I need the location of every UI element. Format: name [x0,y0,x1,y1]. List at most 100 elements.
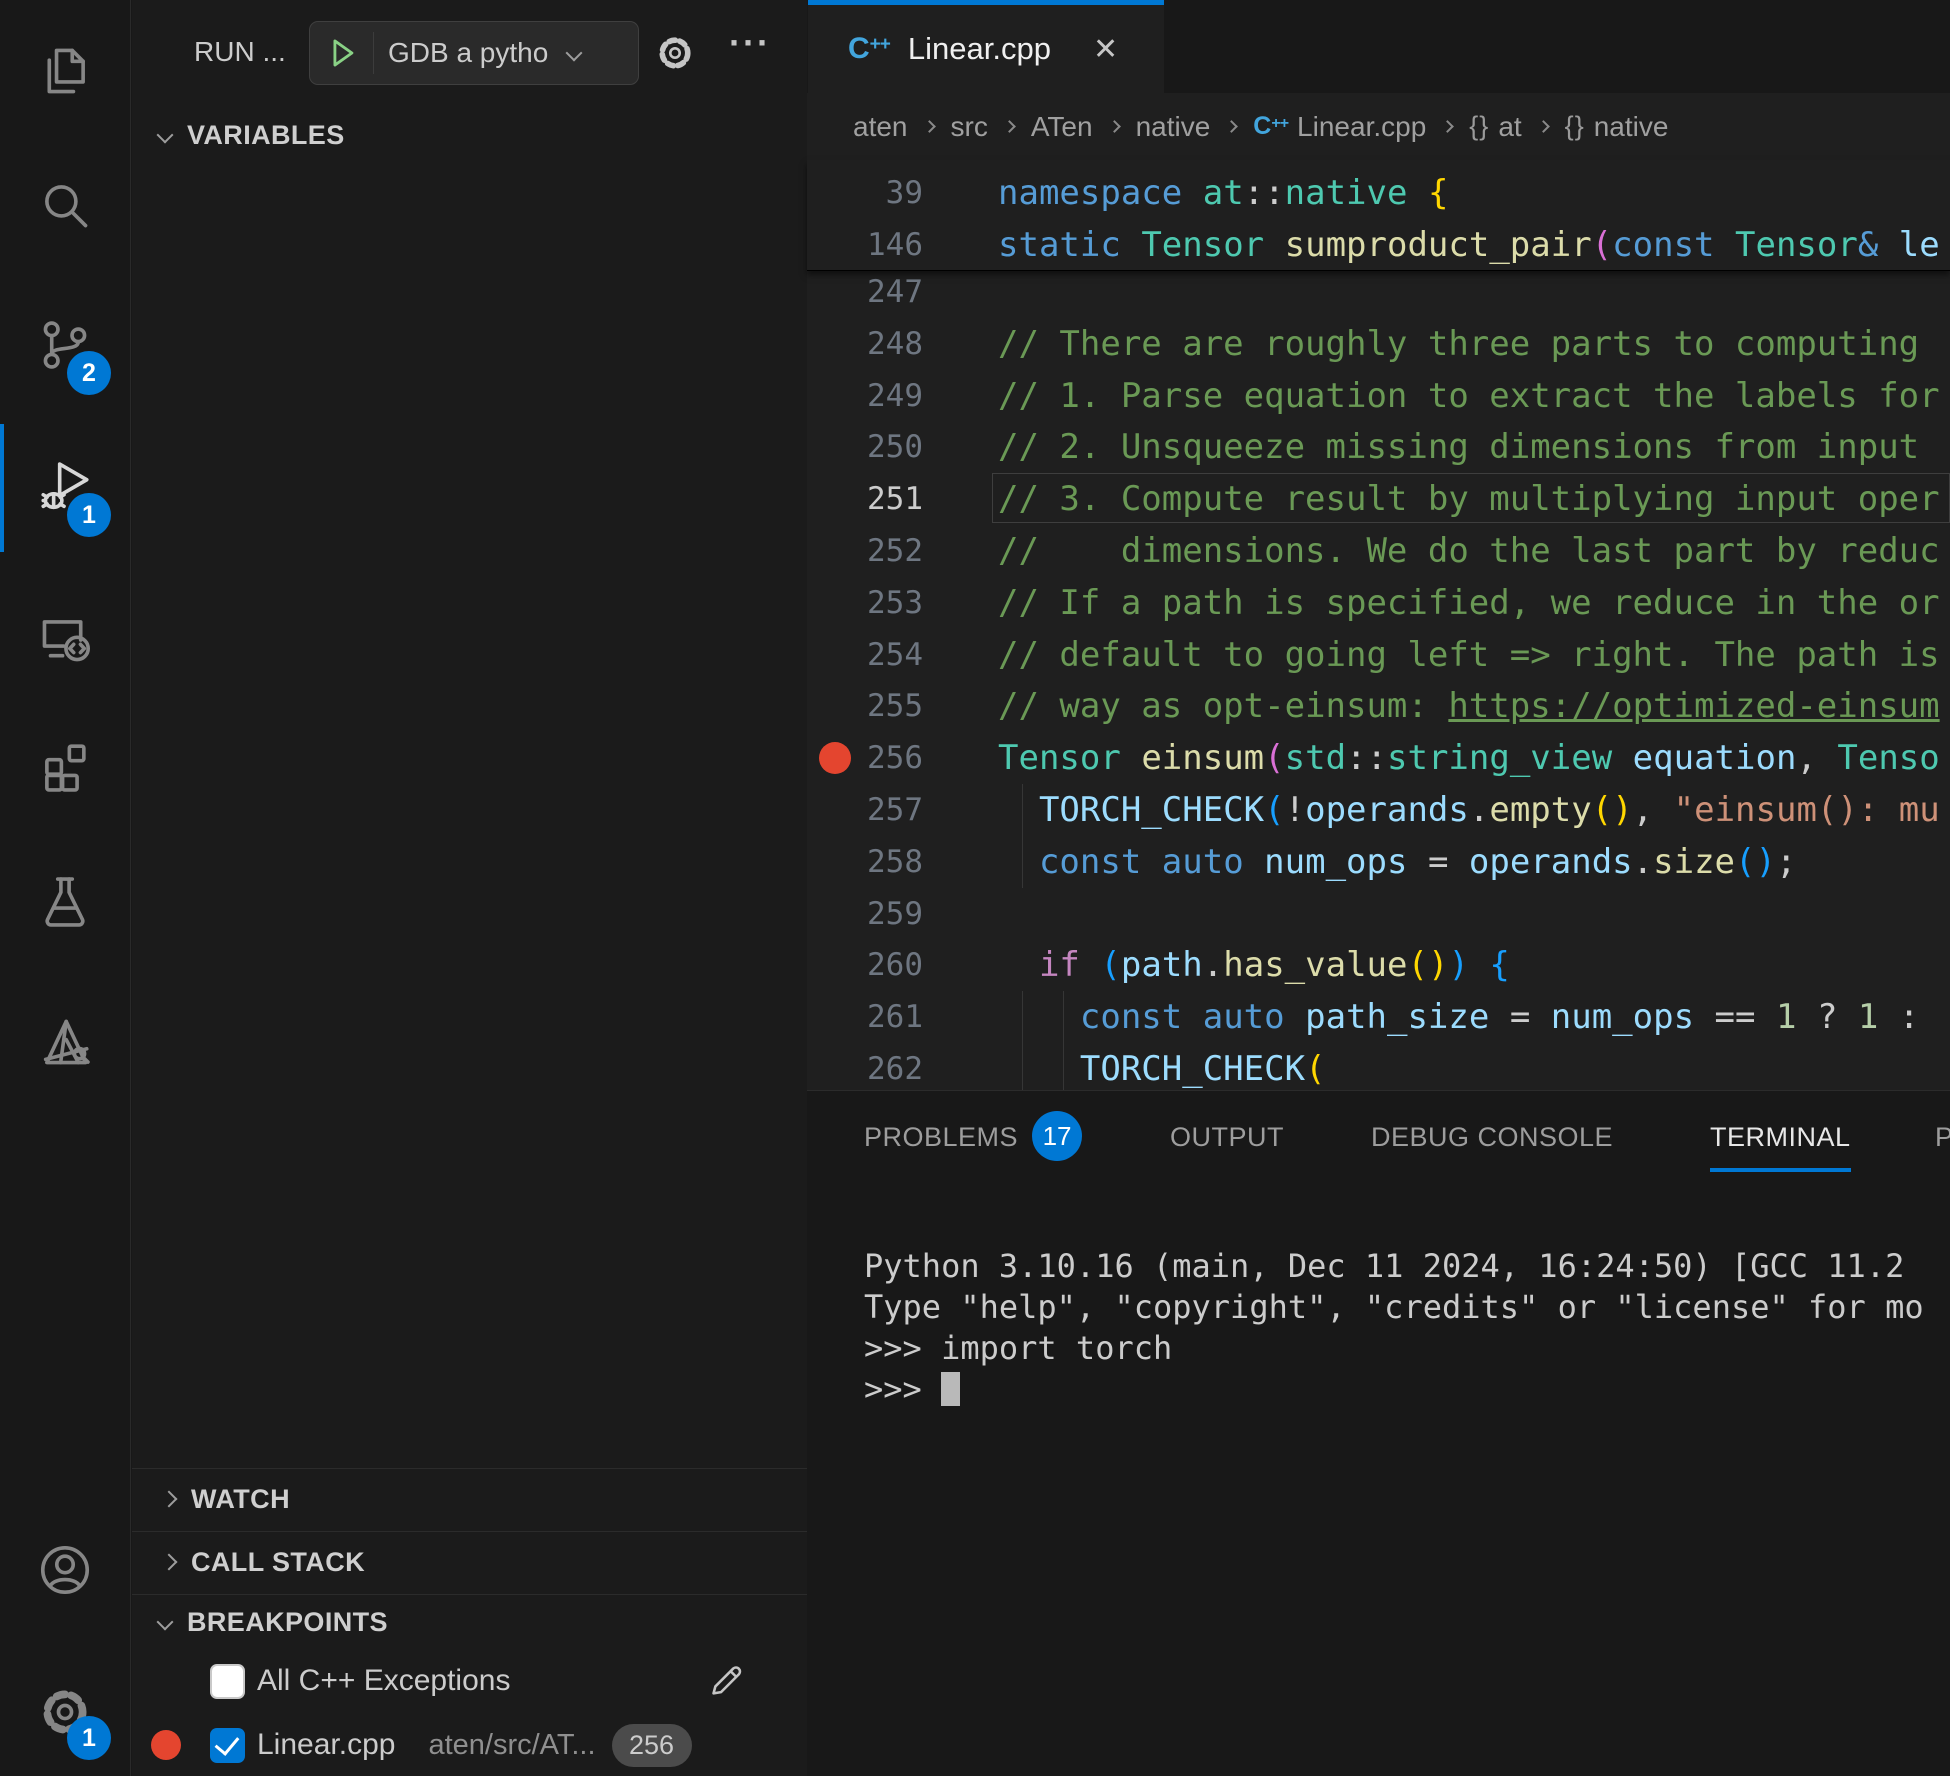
panel-tab-problems[interactable]: PROBLEMS17 [864,1109,1082,1165]
source-control-badge: 2 [67,351,111,395]
breadcrumb-item[interactable]: native [1136,111,1211,143]
remote-explorer-icon[interactable] [36,611,94,669]
chevron-down-icon [157,1614,174,1631]
terminal-cursor[interactable] [941,1372,960,1406]
chevron-right-icon [161,1554,178,1571]
line-number[interactable]: 249 [807,370,923,422]
line-number[interactable]: 261 [807,991,923,1043]
line-number[interactable]: 258 [807,836,923,888]
breadcrumb-item[interactable]: at [1498,111,1521,143]
code-text: TORCH_CHECK(!operands.empty(), "einsum()… [998,784,1950,836]
code-line-146[interactable]: 146static Tensor sumproduct_pair(const T… [807,219,1950,271]
breadcrumb-item[interactable]: ATen [1031,111,1093,143]
code-text: // 3. Compute result by multiplying inpu… [998,473,1950,525]
explorer-icon[interactable] [36,42,94,100]
code-line-259[interactable]: 259 [807,888,1950,940]
code-line-256[interactable]: 256Tensor einsum(std::string_view equati… [807,732,1950,784]
line-number[interactable]: 252 [807,525,923,577]
sticky-scroll[interactable]: 39namespace at::native {146static Tensor… [807,160,1950,271]
breadcrumb-item[interactable]: src [951,111,988,143]
line-number[interactable]: 262 [807,1043,923,1090]
terminal-line: >>> import torch [864,1328,1950,1369]
divider [132,1594,807,1595]
active-view-indicator [0,424,4,552]
code-line-254[interactable]: 254// default to going left => right. Th… [807,629,1950,681]
linear-breakpoint-checkbox[interactable] [210,1728,245,1763]
extensions-icon[interactable] [36,736,94,794]
close-icon[interactable]: ✕ [1093,32,1118,67]
code-line-252[interactable]: 252 // dimensions. We do the last part by… [807,525,1950,577]
launch-config-dropdown[interactable]: GDB a pytho [309,21,639,85]
breakpoint-path: aten/src/AT... [428,1729,595,1762]
code-area[interactable]: 247248// There are roughly three parts t… [807,160,1950,1090]
code-line-261[interactable]: 261 const auto path_size = num_ops == 1 … [807,991,1950,1043]
indent-guide [1022,991,1023,1043]
terminal-line: >>> [864,1369,1950,1410]
chevron-down-icon [157,127,174,144]
breakpoints-section-header[interactable]: BREAKPOINTS [132,1600,807,1644]
line-number[interactable]: 259 [807,888,923,940]
line-number[interactable]: 254 [807,629,923,681]
start-debug-button[interactable] [310,32,374,74]
code-line-247[interactable]: 247 [807,266,1950,318]
chevron-down-icon [566,45,583,62]
custom-tool-icon[interactable] [36,1013,94,1071]
breadcrumb-item[interactable]: Linear.cpp [1297,111,1426,143]
code-line-260[interactable]: 260 if (path.has_value()) { [807,939,1950,991]
code-line-262[interactable]: 262 TORCH_CHECK( [807,1043,1950,1090]
line-number[interactable]: 248 [807,318,923,370]
tab-linear-cpp[interactable]: C++ Linear.cpp ✕ [808,0,1164,93]
code-line-248[interactable]: 248// There are roughly three parts to c… [807,318,1950,370]
line-number[interactable]: 255 [807,680,923,732]
breakpoints-label: BREAKPOINTS [187,1607,388,1638]
code-text: const auto path_size = num_ops == 1 ? 1 … [998,991,1950,1043]
line-number[interactable]: 253 [807,577,923,629]
indent-guide [1063,991,1064,1043]
breadcrumb-separator-icon [923,120,936,133]
code-line-39[interactable]: 39namespace at::native { [807,167,1950,219]
breakpoint-label: Linear.cpp [257,1728,395,1762]
code-line-258[interactable]: 258 const auto num_ops = operands.size()… [807,836,1950,888]
exceptions-checkbox[interactable] [210,1664,245,1699]
problems-count-badge: 17 [1032,1111,1082,1161]
code-line-257[interactable]: 257 TORCH_CHECK(!operands.empty(), "eins… [807,784,1950,836]
line-number[interactable]: 250 [807,421,923,473]
code-line-253[interactable]: 253 // If a path is specified, we reduce … [807,577,1950,629]
testing-icon[interactable] [36,873,94,931]
divider [132,1468,807,1469]
code-text: // If a path is specified, we reduce in … [998,577,1950,629]
panel-tab-terminal[interactable]: TERMINAL [1710,1109,1851,1165]
line-number[interactable]: 257 [807,784,923,836]
breadcrumb-separator-icon [1108,120,1121,133]
symbol-braces-icon: {} [1565,111,1585,142]
call-stack-section-header[interactable]: CALL STACK [132,1540,807,1584]
more-actions-icon[interactable]: ··· [720,22,780,64]
code-line-250[interactable]: 250// 2. Unsqueeze missing dimensions fr… [807,421,1950,473]
chevron-right-icon [161,1491,178,1508]
edit-condition-pencil-icon[interactable] [704,1658,748,1702]
breakpoint-row-linear[interactable]: Linear.cpp aten/src/AT... 256 [132,1719,807,1771]
line-number[interactable]: 146 [807,219,923,271]
debug-settings-gear-icon[interactable] [654,32,696,79]
line-number[interactable]: 251 [807,473,923,525]
breadcrumb[interactable]: atensrcATennativeC++Linear.cpp{}at{}nati… [853,93,1668,160]
code-line-251[interactable]: 251 // 3. Compute result by multiplying i… [807,473,1950,525]
breadcrumb-item[interactable]: aten [853,111,908,143]
watch-label: WATCH [191,1484,290,1515]
editor-tab-bar: C++ Linear.cpp ✕ [807,0,1950,93]
panel-tab-output[interactable]: OUTPUT [1170,1109,1284,1165]
search-icon[interactable] [36,176,94,234]
line-number[interactable]: 260 [807,939,923,991]
panel-tab-debug-console[interactable]: DEBUG CONSOLE [1371,1109,1613,1165]
code-text: // dimensions. We do the last part by re… [998,525,1950,577]
code-line-249[interactable]: 249// 1. Parse equation to extract the l… [807,370,1950,422]
line-number[interactable]: 256 [807,732,923,784]
variables-section-header[interactable]: VARIABLES [132,113,807,157]
line-number[interactable]: 247 [807,266,923,318]
watch-section-header[interactable]: WATCH [132,1477,807,1521]
line-number[interactable]: 39 [807,167,923,219]
breadcrumb-item[interactable]: native [1594,111,1669,143]
panel-tab-p[interactable]: P [1935,1109,1950,1165]
accounts-icon[interactable] [36,1541,94,1599]
code-line-255[interactable]: 255// way as opt-einsum: https://optimiz… [807,680,1950,732]
